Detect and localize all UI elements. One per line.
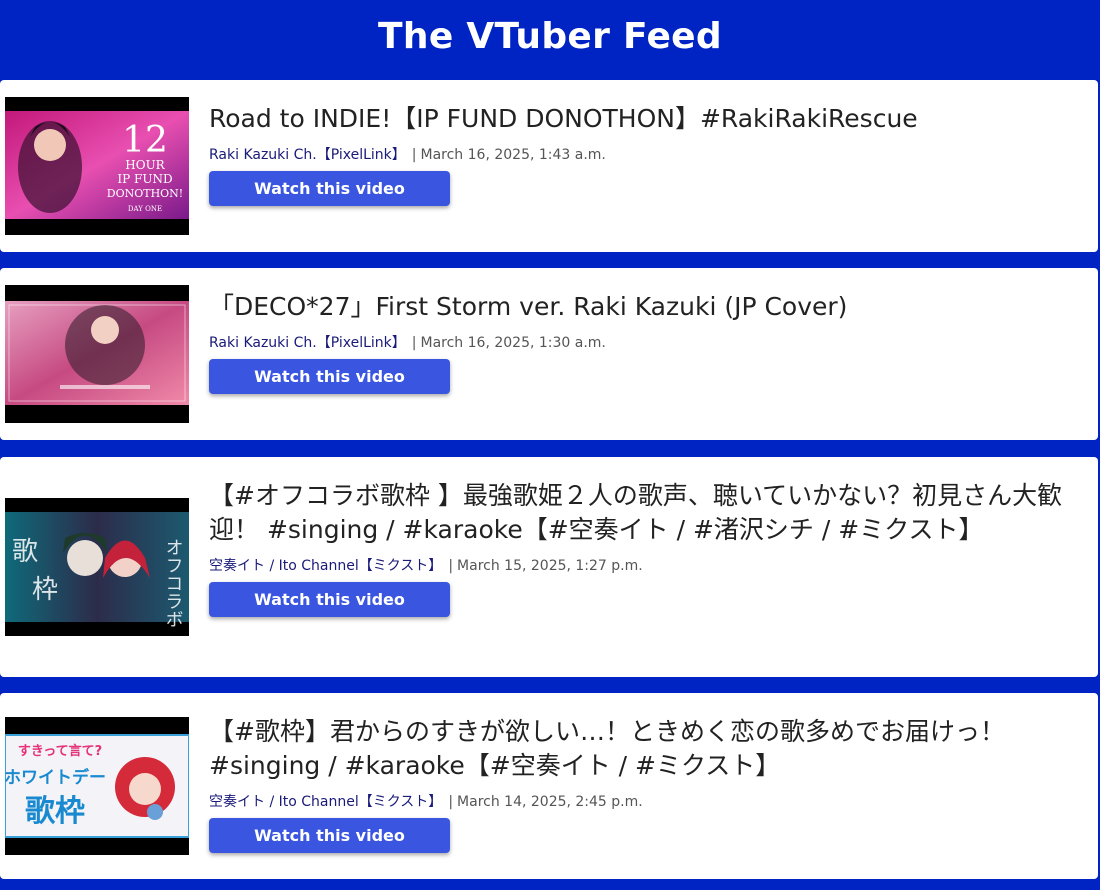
video-thumbnail[interactable]: すきって言て? ホワイトデー 歌枠	[5, 717, 189, 855]
channel-name[interactable]: Raki Kazuki Ch.【PixelLink】	[209, 147, 406, 163]
site-header: The VTuber Feed	[0, 0, 1100, 80]
video-thumbnail[interactable]: 歌 枠 オフコラボ	[5, 498, 189, 636]
channel-name[interactable]: 空奏イト / Ito Channel【ミクスト】	[209, 794, 442, 810]
video-card: 歌 枠 オフコラボ 【#オフコラボ歌枠 】最強歌姫２人の歌声、聴いていかない？初…	[0, 457, 1098, 677]
svg-text:枠: 枠	[32, 575, 58, 605]
video-meta: 空奏イト / Ito Channel【ミクスト】 | March 14, 2025,…	[209, 794, 643, 810]
svg-text:HOUR: HOUR	[125, 158, 165, 172]
svg-text:オフコラボ: オフコラボ	[163, 538, 184, 628]
video-meta: 空奏イト / Ito Channel【ミクスト】 | March 15, 2025,…	[209, 558, 643, 574]
svg-text:IP FUND: IP FUND	[117, 172, 172, 186]
svg-text:歌枠: 歌枠	[25, 794, 85, 829]
video-card: すきって言て? ホワイトデー 歌枠 【#歌枠】君からのすきが欲しい…！ときめく恋…	[0, 693, 1098, 879]
video-title: Road to INDIE!【IP FUND DONOTHON】#RakiRak…	[209, 104, 918, 133]
video-thumbnail[interactable]: 12 HOUR IP FUND DONOTHON! DAY ONE	[5, 97, 189, 235]
watch-video-button[interactable]: Watch this video	[209, 171, 450, 206]
watch-video-button[interactable]: Watch this video	[209, 818, 450, 853]
svg-text:ホワイトデー: ホワイトデー	[5, 767, 106, 788]
thumbnail-text: 歌	[12, 537, 38, 567]
publish-date: March 14, 2025, 2:45 p.m.	[457, 794, 643, 810]
thumbnail-text: 12	[122, 120, 168, 161]
video-thumbnail[interactable]	[5, 285, 189, 423]
video-card: 12 HOUR IP FUND DONOTHON! DAY ONE Road t…	[0, 80, 1098, 252]
video-title: 【#歌枠】君からのすきが欲しい…！ときめく恋の歌多めでお届けっ！ #singin…	[209, 717, 1005, 780]
video-meta: Raki Kazuki Ch.【PixelLink】 | March 16, 202…	[209, 335, 606, 351]
svg-text:DAY ONE: DAY ONE	[128, 205, 162, 213]
thumbnail-image: 歌 枠 オフコラボ	[5, 498, 189, 636]
svg-text:DONOTHON!: DONOTHON!	[107, 187, 183, 200]
channel-name[interactable]: Raki Kazuki Ch.【PixelLink】	[209, 335, 406, 351]
thumbnail-image	[5, 285, 189, 423]
page-title: The VTuber Feed	[378, 15, 722, 57]
watch-video-button[interactable]: Watch this video	[209, 359, 450, 394]
video-meta: Raki Kazuki Ch.【PixelLink】 | March 16, 202…	[209, 147, 606, 163]
video-title: 「DECO*27」First Storm ver. Raki Kazuki (J…	[209, 292, 848, 321]
video-title: 【#オフコラボ歌枠 】最強歌姫２人の歌声、聴いていかない？初見さん大歓迎！ #s…	[209, 481, 1063, 544]
thumbnail-text: すきって言て?	[18, 743, 102, 759]
publish-date: March 16, 2025, 1:43 a.m.	[420, 147, 606, 163]
publish-date: March 16, 2025, 1:30 a.m.	[420, 335, 606, 351]
channel-name[interactable]: 空奏イト / Ito Channel【ミクスト】	[209, 558, 442, 574]
video-card: 「DECO*27」First Storm ver. Raki Kazuki (J…	[0, 268, 1098, 440]
watch-video-button[interactable]: Watch this video	[209, 582, 450, 617]
thumbnail-image: 12 HOUR IP FUND DONOTHON! DAY ONE	[5, 97, 189, 235]
thumbnail-image: すきって言て? ホワイトデー 歌枠	[5, 717, 189, 855]
publish-date: March 15, 2025, 1:27 p.m.	[457, 558, 643, 574]
